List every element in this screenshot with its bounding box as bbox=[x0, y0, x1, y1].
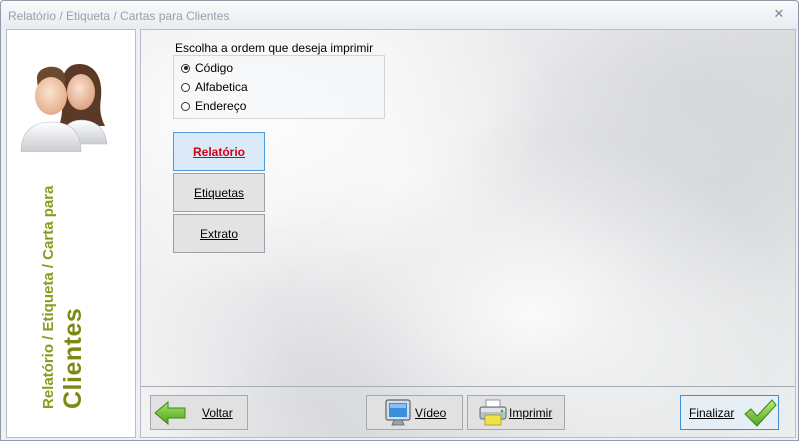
printer-icon bbox=[479, 399, 507, 426]
radio-label-endereco: Endereço bbox=[195, 99, 247, 113]
window-title: Relatório / Etiqueta / Cartas para Clien… bbox=[8, 9, 230, 23]
footer-divider bbox=[141, 386, 795, 387]
content-panel: Escolha a ordem que deseja imprimir Códi… bbox=[140, 29, 796, 438]
video-button[interactable]: Vídeo bbox=[366, 395, 463, 430]
radio-indicator-alfabetica[interactable] bbox=[181, 82, 190, 92]
checkmark-icon bbox=[744, 399, 777, 427]
imprimir-button[interactable]: Imprimir bbox=[467, 395, 565, 430]
close-icon[interactable]: ✕ bbox=[772, 7, 786, 21]
extrato-button[interactable]: Extrato bbox=[173, 214, 265, 253]
main-window: Relatório / Etiqueta / Cartas para Clien… bbox=[0, 0, 799, 441]
order-label: Escolha a ordem que deseja imprimir bbox=[175, 41, 374, 55]
radio-label-codigo: Código bbox=[195, 61, 234, 75]
radio-endereco[interactable]: Endereço bbox=[181, 98, 246, 114]
radio-indicator-endereco[interactable] bbox=[181, 101, 190, 111]
extrato-button-label: Extrato bbox=[199, 226, 238, 241]
voltar-label: Voltar bbox=[202, 406, 233, 420]
relatorio-button[interactable]: Relatório bbox=[173, 132, 265, 171]
voltar-button[interactable]: Voltar bbox=[150, 395, 248, 430]
radio-alfabetica[interactable]: Alfabetica bbox=[181, 79, 248, 95]
title-bar[interactable]: Relatório / Etiqueta / Cartas para Clien… bbox=[1, 1, 798, 29]
imprimir-label: Imprimir bbox=[509, 406, 553, 420]
finalizar-label: Finalizar bbox=[689, 406, 735, 420]
radio-indicator-codigo[interactable] bbox=[181, 63, 190, 73]
radio-label-alfabetica: Alfabetica bbox=[195, 80, 248, 94]
radio-codigo[interactable]: Código bbox=[181, 60, 233, 76]
order-options-box: Código Alfabetica Endereço bbox=[173, 55, 385, 119]
relatorio-button-label: Relatório bbox=[192, 144, 245, 159]
monitor-icon bbox=[385, 399, 411, 426]
finalizar-button[interactable]: Finalizar bbox=[680, 395, 779, 430]
arrow-left-icon bbox=[154, 400, 186, 426]
sidebar-panel: Relatório / Etiqueta / Carta para Client… bbox=[6, 29, 136, 438]
etiquetas-button-label: Etiquetas bbox=[193, 185, 245, 200]
video-label: Vídeo bbox=[415, 406, 447, 420]
order-group: Escolha a ordem que deseja imprimir Códi… bbox=[173, 38, 385, 120]
sidebar-title-line1: Relatório / Etiqueta / Carta para bbox=[40, 185, 57, 409]
sidebar-title: Relatório / Etiqueta / Carta para Client… bbox=[7, 30, 135, 437]
etiquetas-button[interactable]: Etiquetas bbox=[173, 173, 265, 212]
sidebar-title-line2: Clientes bbox=[59, 307, 87, 409]
